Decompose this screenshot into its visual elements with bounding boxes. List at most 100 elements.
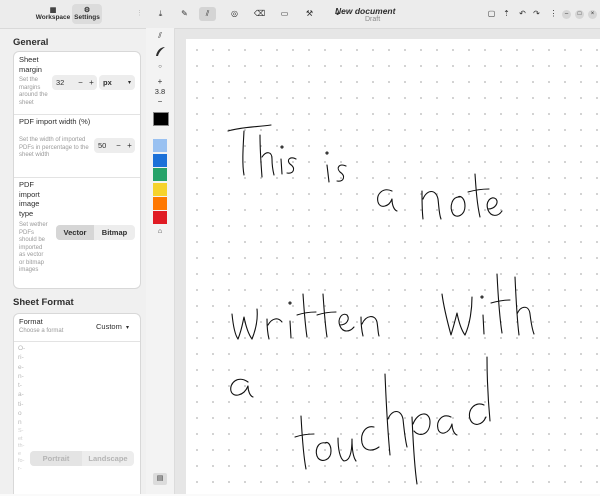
format-title: Format [19,317,43,326]
color-swatch-blue[interactable] [153,154,167,167]
tools-icon: ⚒ [305,9,314,18]
pdf-import-type-title: PDF import image type [19,180,40,218]
orientation-title: O-ri-e-n-t-a-ti-o n [18,344,28,428]
pdf-import-width-subtitle: Set the width of imported PDFs in percen… [19,137,89,158]
decrease-margin-button[interactable]: − [75,78,86,87]
selector-tool-button[interactable]: ▭ [276,7,293,21]
canvas-area[interactable] [175,29,600,494]
tab-workspace-label: Workspace [35,14,71,21]
bitmap-option-button[interactable]: Bitmap [94,225,135,240]
decrease-width-button[interactable]: − [153,96,167,108]
sidebar-pin-icon[interactable]: ⋮ [136,9,143,17]
tools-tool-button[interactable]: ⚒ [301,7,318,21]
chevron-down-icon: ▾ [125,325,129,331]
download-icon[interactable]: ⤓ [152,7,169,21]
workspace-icon: ▦ [49,7,57,14]
stroke-width-preset-icon[interactable]: ○ [153,61,167,73]
brush-style-icon[interactable]: ⫽ [153,30,167,42]
tab-workspace[interactable]: ▦ Workspace [34,4,72,24]
orientation-subtitle-fragment: r- [18,465,22,472]
portrait-option-button[interactable]: Portrait [30,451,82,466]
color-swatch-yellow[interactable] [153,183,167,196]
orientation-title-fragment: o [18,410,22,418]
orientation-subtitle-fragment: th- [18,443,25,449]
orientation-subtitle: S-et th-e fo-r- [18,428,28,473]
orientation-subtitle-fragment: et [18,435,23,442]
gear-icon: ⚙ [83,7,91,14]
document-subtitle: Draft [365,16,381,23]
landscape-option-button[interactable]: Landscape [82,451,134,466]
format-row: Format Choose a format Custom ▾ [14,314,140,342]
redo-icon[interactable]: ↷ [528,7,545,21]
brush-tool-button[interactable]: ⫽ [199,7,216,21]
sheet-format-card: Format Choose a format Custom ▾ O-ri-e-n… [13,313,141,494]
orientation-title-fragment: O- [18,345,26,352]
color-picker-icon[interactable]: ⌂ [153,226,167,238]
selector-icon: ▭ [280,9,289,18]
orientation-title-fragment: e- [18,363,24,371]
header-bar: ⤓ ✎ ⫽ ◎ ⌫ ▭ ⚒ • New document Draft ▢ ⇡ ↶… [146,0,600,29]
keyboard-icon[interactable]: ▤ [153,473,167,485]
sidebar-header: ⋮ ▦ Workspace ⚙ Settings [0,0,146,29]
orientation-subtitle-fragment: e [18,450,22,457]
pen-tool-button[interactable]: ✎ [176,7,193,21]
color-swatch-green[interactable] [153,168,167,181]
increase-margin-button[interactable]: + [86,78,97,87]
pen-icon: ✎ [181,9,188,18]
eraser-tool-button[interactable]: ⌫ [251,7,268,21]
handwritten-note [227,124,535,485]
sheet-margin-title: Sheet margin [19,55,42,74]
color-swatch-lightblue[interactable] [153,139,167,152]
sheet-margin-row: Sheet margin Set the margins around the … [14,52,140,115]
pdf-import-type-toggle[interactable]: Vector Bitmap [56,225,135,240]
settings-sidebar: ⋮ ▦ Workspace ⚙ Settings General Sheet m… [0,0,147,494]
maximize-button[interactable]: □ [575,10,584,19]
orientation-title-fragment: ti- [18,400,24,408]
orientation-title-fragment: a- [18,391,24,399]
color-swatch-red[interactable] [153,211,167,224]
orientation-row: O-ri-e-n-t-a-ti-o n S-et th-e fo-r- Portrai… [14,341,140,494]
shape-tool-button[interactable]: ◎ [226,7,243,21]
stroke-style-icon [156,47,165,56]
close-icon: × [590,11,595,17]
stroke-style-button[interactable] [153,45,167,57]
sheet[interactable] [186,39,600,494]
brush-icon: ⫽ [205,9,210,18]
orientation-toggle[interactable]: Portrait Landscape [30,451,134,466]
pdf-import-type-row: PDF import image type Set wether PDFs sh… [14,177,140,288]
tab-settings-label: Settings [74,14,100,21]
decrease-width-button[interactable]: − [113,141,124,150]
orientation-subtitle-fragment: fo- [18,458,25,464]
close-button[interactable]: × [588,10,597,19]
vector-option-button[interactable]: Vector [56,225,94,240]
eraser-icon: ⌫ [253,9,266,18]
format-value: Custom [96,322,122,331]
margin-unit-dropdown[interactable]: px ▾ [99,75,135,90]
increase-width-button[interactable]: + [124,141,135,150]
orientation-title-fragment: n [18,419,22,427]
orientation-title-fragment: n- [18,372,24,380]
pdf-import-width-spinner[interactable]: 50 − + [94,138,135,153]
orientation-subtitle-fragment: S- [18,428,24,434]
general-settings-card: Sheet margin Set the margins around the … [13,51,141,289]
menu-icon[interactable]: ⋮ [545,7,562,21]
shape-icon: ◎ [231,9,238,18]
general-section-title: General [13,37,49,48]
orientation-title-fragment: ri- [18,354,24,362]
open-icon[interactable]: ⇡ [498,7,515,21]
tab-settings[interactable]: ⚙ Settings [72,4,102,24]
chevron-down-icon: ▾ [127,80,131,86]
minimize-button[interactable]: – [562,10,571,19]
pen-settings-toolbar: ⫽ ○ + 3.8 − ⌂ ▤ [146,28,175,494]
pdf-import-width-row: PDF import width (%) Set the width of im… [14,114,140,178]
color-swatch-black[interactable] [153,112,169,126]
sheet-margin-spinner[interactable]: 32 − + [52,75,97,90]
settings-scroll-area[interactable]: General Sheet margin Set the margins aro… [0,29,146,494]
sheet-margin-value[interactable]: 32 [52,78,75,87]
format-dropdown[interactable]: Custom ▾ [96,322,129,331]
minimize-icon: – [564,11,569,17]
document-title: New document [335,6,396,16]
pdf-import-width-value[interactable]: 50 [94,141,113,150]
color-swatch-orange[interactable] [153,197,167,210]
pdf-import-width-title: PDF import width (%) [19,117,91,126]
